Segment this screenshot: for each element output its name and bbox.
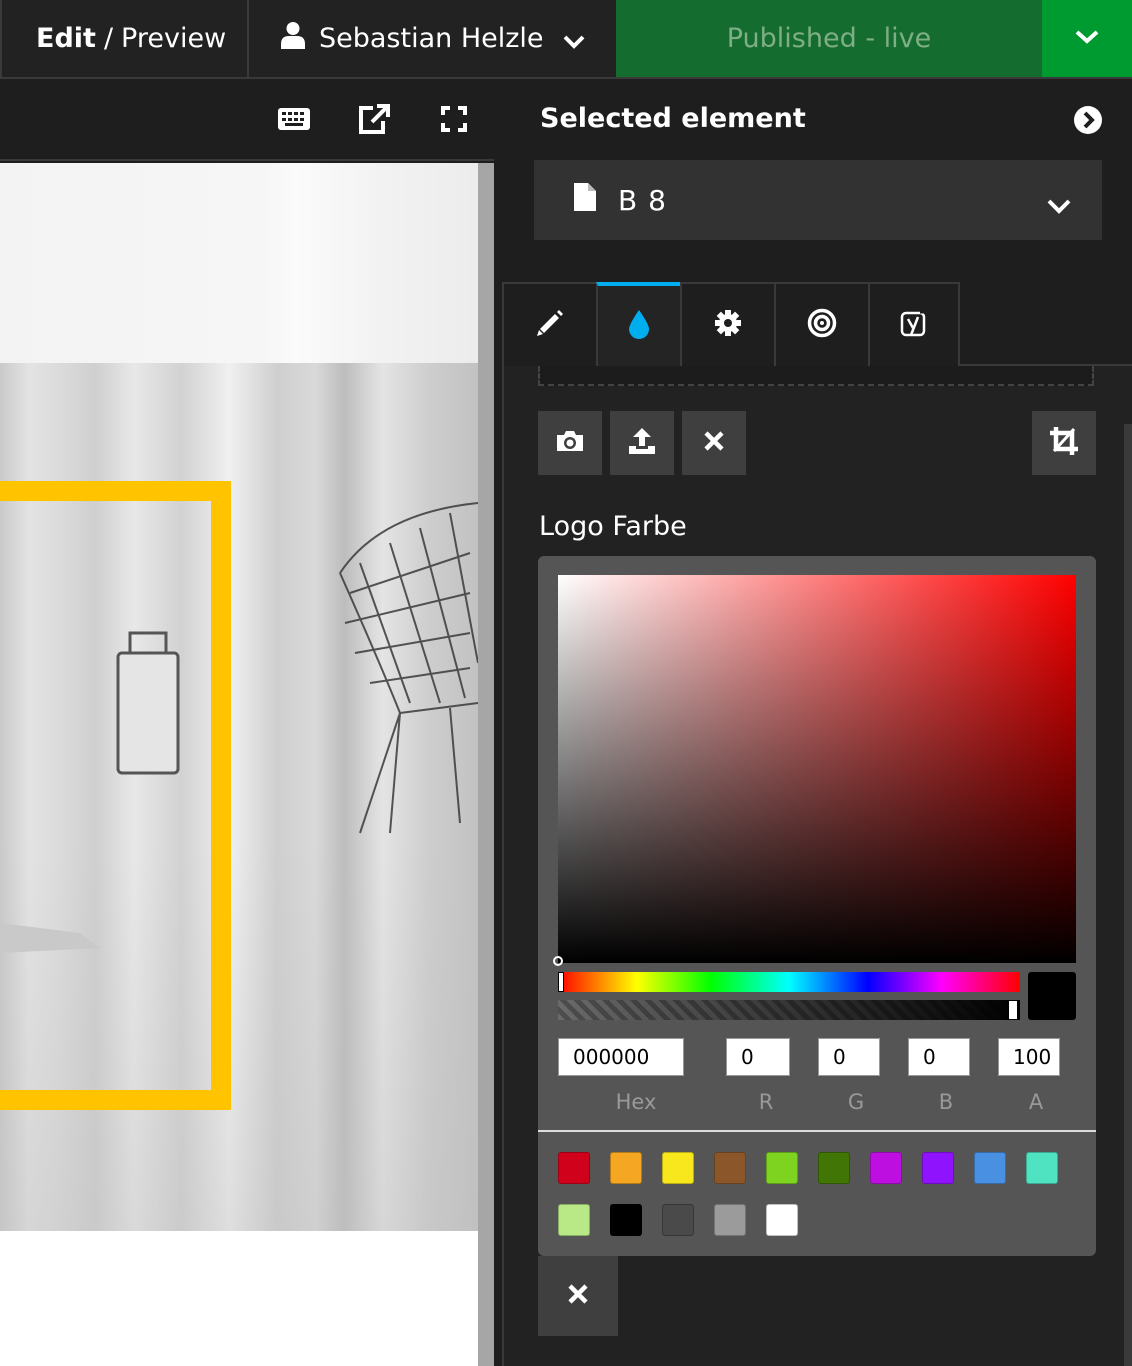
edit-label[interactable]: Edit: [36, 23, 96, 54]
close-icon: [703, 430, 725, 456]
picker-divider: [538, 1130, 1096, 1132]
open-external-button[interactable]: [354, 103, 394, 139]
panel-scrollbar[interactable]: [1124, 424, 1132, 1366]
preset-color-swatch[interactable]: [714, 1152, 746, 1184]
top-bar: Edit / Preview Sebastian Helzle Publishe…: [0, 0, 1132, 79]
logo-color-label: Logo Farbe: [539, 511, 687, 542]
close-picker-button[interactable]: [538, 1256, 618, 1336]
tab-content[interactable]: [502, 282, 598, 366]
upload-button[interactable]: [610, 411, 674, 475]
crop-button[interactable]: [1032, 411, 1096, 475]
publish-status-button[interactable]: Published - live: [616, 0, 1042, 77]
chevron-circle-right-icon: [1074, 106, 1102, 138]
logo-frame: [0, 481, 231, 1110]
media-browser-button[interactable]: [538, 411, 602, 475]
yoast-icon: [900, 308, 928, 341]
panel-title: Selected element: [540, 103, 806, 134]
document-icon: [574, 182, 596, 218]
alpha-input[interactable]: [998, 1038, 1060, 1076]
edit-preview-toggle[interactable]: Edit / Preview: [0, 0, 249, 77]
color-picker: Hex R G B A: [538, 556, 1096, 1256]
user-menu[interactable]: Sebastian Helzle: [249, 0, 616, 77]
hero-image-top: [0, 163, 478, 363]
preset-color-swatch[interactable]: [662, 1152, 694, 1184]
selected-node-dropdown[interactable]: B 8: [534, 160, 1102, 240]
camera-icon: [555, 429, 585, 457]
preview-scrollbar[interactable]: [478, 163, 494, 1366]
chevron-down-icon: [562, 26, 586, 57]
chevron-down-icon: [1046, 190, 1072, 223]
alpha-label: A: [1028, 1090, 1044, 1114]
red-label: R: [758, 1090, 774, 1114]
publish-menu-button[interactable]: [1042, 0, 1132, 77]
inspector-tabs: [502, 282, 1132, 366]
close-icon: [567, 1283, 589, 1309]
fullscreen-icon: [441, 106, 467, 136]
inspector-body: Logo Farbe Hex R G B A: [502, 366, 1132, 1366]
preset-color-swatch[interactable]: [558, 1152, 590, 1184]
fullscreen-button[interactable]: [434, 103, 474, 139]
collapse-panel-button[interactable]: [1074, 106, 1102, 138]
gear-icon: [714, 309, 742, 341]
preset-color-swatch[interactable]: [610, 1204, 642, 1236]
preview-toolbar: [0, 81, 494, 161]
saturation-area[interactable]: [558, 575, 1076, 963]
image-drop-zone[interactable]: [538, 366, 1094, 386]
hex-input[interactable]: [558, 1038, 684, 1076]
blue-input[interactable]: [908, 1038, 970, 1076]
preview-label[interactable]: Preview: [121, 23, 226, 54]
preset-color-swatch[interactable]: [818, 1152, 850, 1184]
current-color-swatch: [1028, 972, 1076, 1020]
preset-color-swatch[interactable]: [922, 1152, 954, 1184]
blue-label: B: [938, 1090, 954, 1114]
preset-color-swatch[interactable]: [974, 1152, 1006, 1184]
green-input[interactable]: [818, 1038, 880, 1076]
selected-node-name: B 8: [618, 183, 667, 217]
hue-slider-handle[interactable]: [558, 972, 564, 992]
alpha-slider[interactable]: [558, 1000, 1020, 1020]
hex-label: Hex: [615, 1090, 657, 1114]
green-label: G: [847, 1090, 865, 1114]
user-name: Sebastian Helzle: [319, 23, 544, 54]
remove-image-button[interactable]: [682, 411, 746, 475]
tab-seo[interactable]: [868, 282, 960, 366]
preset-color-swatch[interactable]: [766, 1204, 798, 1236]
content-preview[interactable]: [0, 163, 478, 1366]
tab-targeting[interactable]: [774, 282, 870, 366]
crop-icon: [1048, 425, 1080, 461]
keyboard-button[interactable]: [274, 103, 314, 139]
hue-slider[interactable]: [558, 972, 1020, 992]
pencil-icon: [536, 309, 564, 341]
edit-preview-separator: /: [103, 23, 114, 54]
user-icon: [281, 21, 305, 56]
chevron-down-icon: [1074, 29, 1100, 49]
inspector-panel: Selected element B 8 Logo Farbe 000000 0…: [494, 81, 1132, 1366]
alpha-slider-handle[interactable]: [1008, 1000, 1018, 1020]
preset-color-swatch[interactable]: [714, 1204, 746, 1236]
target-icon: [807, 308, 837, 342]
preset-color-swatch[interactable]: [870, 1152, 902, 1184]
water-drop-icon: [628, 309, 650, 343]
keyboard-icon: [277, 107, 311, 135]
tab-style[interactable]: [596, 282, 682, 366]
red-input[interactable]: [726, 1038, 790, 1076]
preset-color-swatch[interactable]: [1026, 1152, 1058, 1184]
preset-color-swatch[interactable]: [610, 1152, 642, 1184]
upload-icon: [627, 426, 657, 460]
tab-settings[interactable]: [680, 282, 776, 366]
preset-color-swatch[interactable]: [766, 1152, 798, 1184]
preset-color-swatch[interactable]: [662, 1204, 694, 1236]
preset-color-swatch[interactable]: [558, 1204, 590, 1236]
saturation-cursor[interactable]: [553, 956, 563, 966]
external-link-icon: [357, 103, 391, 139]
